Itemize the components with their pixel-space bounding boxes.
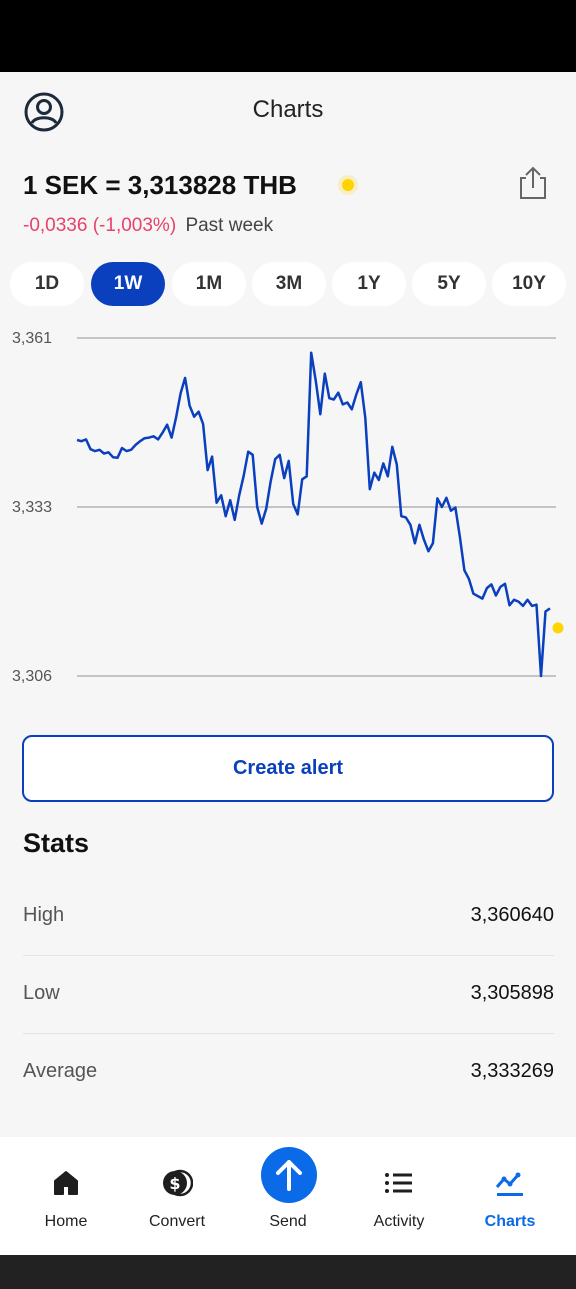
header: Charts: [0, 72, 576, 148]
send-button[interactable]: [261, 1147, 317, 1203]
status-bar: [0, 0, 576, 72]
rate-change-period: Past week: [185, 215, 274, 236]
share-icon: [520, 166, 546, 199]
exchange-rate: 1 SEK = 3,313828 THB: [23, 170, 297, 200]
nav-convert[interactable]: $ Convert: [122, 1137, 232, 1255]
nav-label: Convert: [148, 1213, 206, 1230]
range-1w-button[interactable]: 1W: [91, 262, 165, 306]
range-10y-button[interactable]: 10Y: [492, 262, 566, 306]
home-icon: [54, 1171, 78, 1195]
rate-chart[interactable]: 3,361 3,333 3,306: [0, 318, 576, 698]
share-button[interactable]: [514, 164, 552, 202]
stat-row-average: Average 3,333269: [23, 1033, 554, 1111]
time-range-selector: 1D 1W 1M 3M 1Y 5Y 10Y: [10, 262, 570, 306]
stat-value: 3,333269: [470, 1060, 554, 1082]
nav-home[interactable]: Home: [11, 1137, 121, 1255]
activity-list-icon: [385, 1173, 412, 1193]
nav-label: Home: [44, 1213, 88, 1230]
nav-label: Activity: [373, 1213, 425, 1230]
stat-label: Average: [23, 1060, 98, 1082]
nav-label: Send: [269, 1213, 307, 1230]
range-5y-button[interactable]: 5Y: [412, 262, 486, 306]
range-3m-button[interactable]: 3M: [252, 262, 326, 306]
rate-change: -0,0336 (-1,003%) Past week: [23, 215, 273, 237]
stat-label: High: [23, 904, 65, 926]
svg-text:$: $: [169, 1174, 180, 1193]
live-indicator-dot: [342, 179, 354, 191]
nav-activity[interactable]: Activity: [344, 1137, 454, 1255]
nav-charts[interactable]: Charts: [455, 1137, 565, 1255]
send-arrow-icon: [276, 1160, 302, 1191]
range-1d-button[interactable]: 1D: [10, 262, 84, 306]
stat-row-high: High 3,360640: [23, 877, 554, 955]
page-title: Charts: [252, 96, 324, 123]
stat-label: Low: [23, 982, 60, 1004]
y-tick-label-top: 3,361: [12, 330, 52, 347]
stat-value: 3,305898: [470, 982, 554, 1004]
stats-title: Stats: [23, 828, 90, 858]
create-alert-button[interactable]: Create alert: [22, 735, 554, 802]
nav-label: Charts: [484, 1213, 536, 1230]
system-navigation-bar: [0, 1255, 576, 1289]
y-tick-label-mid: 3,333: [12, 499, 52, 516]
rate-change-value: -0,0336 (-1,003%): [23, 215, 177, 236]
range-1m-button[interactable]: 1M: [172, 262, 246, 306]
stat-value: 3,360640: [470, 904, 554, 926]
current-rate-marker: [552, 622, 564, 634]
charts-icon: [495, 1172, 523, 1196]
y-tick-label-bottom: 3,306: [12, 668, 52, 685]
range-1y-button[interactable]: 1Y: [332, 262, 406, 306]
rate-series-line: [76, 351, 551, 678]
stat-row-low: Low 3,305898: [23, 955, 554, 1033]
convert-icon: $: [163, 1169, 193, 1197]
